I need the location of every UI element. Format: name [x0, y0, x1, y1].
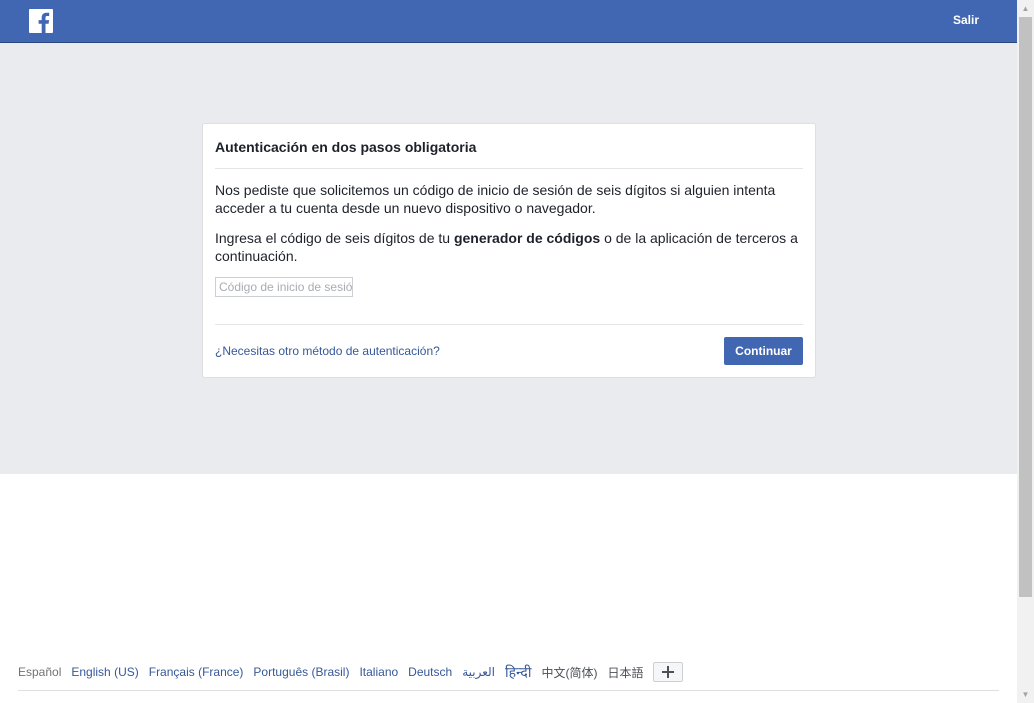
- footer-divider: [18, 690, 999, 691]
- continue-button[interactable]: Continuar: [724, 337, 803, 365]
- lang-zh-cn[interactable]: 中文(简体): [541, 664, 597, 681]
- scroll-up-icon[interactable]: ▲: [1017, 0, 1034, 17]
- intro-paragraph: Nos pediste que solicitemos un código de…: [215, 182, 776, 216]
- card-header-divider: [215, 168, 803, 169]
- scroll-down-icon[interactable]: ▼: [1017, 686, 1034, 703]
- lang-de[interactable]: Deutsch: [408, 665, 452, 679]
- lang-en-us[interactable]: English (US): [71, 665, 138, 679]
- facebook-f-icon[interactable]: [29, 9, 53, 33]
- lang-ja[interactable]: 日本語: [607, 664, 643, 681]
- lang-ar[interactable]: العربية: [462, 665, 495, 679]
- card-title: Autenticación en dos pasos obligatoria: [215, 139, 477, 155]
- instruction-paragraph: Ingresa el código de seis dígitos de tu …: [215, 229, 805, 265]
- add-language-button[interactable]: [653, 662, 684, 682]
- instruction-text-start: Ingresa el código de seis dígitos de tu: [215, 230, 454, 246]
- two-step-auth-card: Autenticación en dos pasos obligatoria N…: [202, 123, 816, 378]
- other-auth-method-link[interactable]: ¿Necesitas otro método de autenticación?: [215, 344, 440, 358]
- lang-pt-br[interactable]: Português (Brasil): [253, 665, 349, 679]
- top-bar: Salir: [0, 0, 1017, 43]
- lang-es: Español: [18, 665, 62, 679]
- login-code-input[interactable]: [215, 277, 353, 297]
- card-footer-divider: [215, 324, 803, 325]
- code-generator-emphasis: generador de códigos: [453, 230, 601, 246]
- vertical-scrollbar[interactable]: ▲ ▼: [1017, 0, 1034, 703]
- lang-hi[interactable]: हिन्दी: [505, 663, 531, 682]
- lang-it[interactable]: Italiano: [359, 665, 398, 679]
- scrollbar-thumb[interactable]: [1019, 17, 1032, 597]
- language-selector: Español English (US) Français (France) P…: [18, 661, 684, 683]
- logout-link[interactable]: Salir: [953, 13, 979, 27]
- plus-icon: [662, 666, 675, 678]
- lang-fr-fr[interactable]: Français (France): [149, 665, 244, 679]
